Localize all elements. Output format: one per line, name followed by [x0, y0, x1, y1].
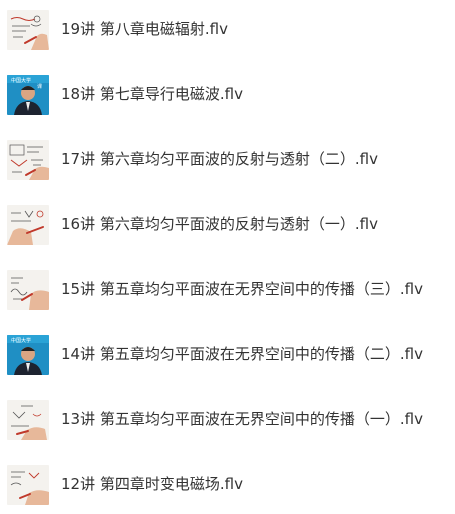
video-thumbnail: 中国大学: [7, 335, 49, 375]
video-thumbnail: [7, 465, 49, 505]
file-name: 17讲 第六章均匀平面波的反射与透射（二）.flv: [61, 150, 378, 168]
file-name: 18讲 第七章导行电磁波.flv: [61, 85, 243, 103]
file-name: 19讲 第八章电磁辐射.flv: [61, 20, 228, 38]
file-item[interactable]: 中国大学 14讲 第五章均匀平面波在无界空间中的传播（二）.flv: [0, 333, 455, 383]
file-item[interactable]: 13讲 第五章均匀平面波在无界空间中的传播（一）.flv: [0, 398, 455, 448]
file-item[interactable]: 12讲 第四章时变电磁场.flv: [0, 463, 455, 513]
video-file-list: 19讲 第八章电磁辐射.flv 中国大学 课 18讲 第七章导行电磁波.flv: [0, 0, 455, 514]
video-thumbnail: [7, 140, 49, 180]
file-name: 14讲 第五章均匀平面波在无界空间中的传播（二）.flv: [61, 345, 423, 363]
svg-text:课: 课: [37, 83, 42, 90]
svg-text:中国大学: 中国大学: [11, 77, 31, 84]
file-name: 13讲 第五章均匀平面波在无界空间中的传播（一）.flv: [61, 410, 423, 428]
file-item[interactable]: 中国大学 课 18讲 第七章导行电磁波.flv: [0, 73, 455, 123]
file-item[interactable]: 15讲 第五章均匀平面波在无界空间中的传播（三）.flv: [0, 268, 455, 318]
file-item[interactable]: 16讲 第六章均匀平面波的反射与透射（一）.flv: [0, 203, 455, 253]
file-name: 16讲 第六章均匀平面波的反射与透射（一）.flv: [61, 215, 378, 233]
video-thumbnail: 中国大学 课: [7, 75, 49, 115]
video-thumbnail: [7, 270, 49, 310]
file-item[interactable]: 19讲 第八章电磁辐射.flv: [0, 8, 455, 58]
video-thumbnail: [7, 205, 49, 245]
file-name: 15讲 第五章均匀平面波在无界空间中的传播（三）.flv: [61, 280, 423, 298]
video-thumbnail: [7, 10, 49, 50]
file-name: 12讲 第四章时变电磁场.flv: [61, 475, 243, 493]
video-thumbnail: [7, 400, 49, 440]
svg-text:中国大学: 中国大学: [11, 337, 31, 344]
file-item[interactable]: 17讲 第六章均匀平面波的反射与透射（二）.flv: [0, 138, 455, 188]
